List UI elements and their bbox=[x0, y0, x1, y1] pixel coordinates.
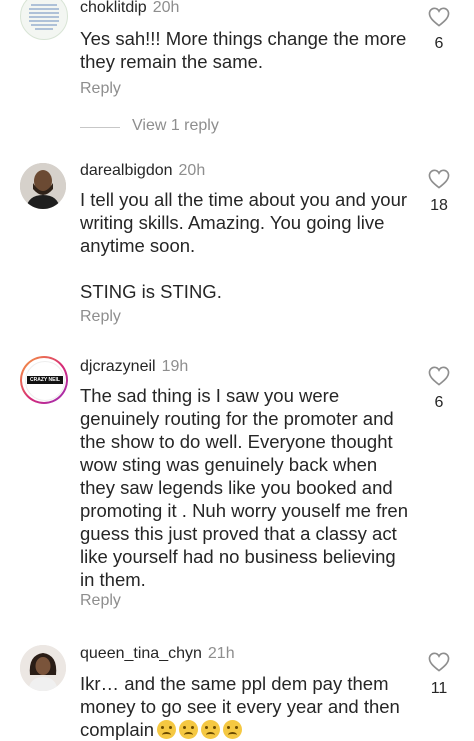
like-area: 11 bbox=[425, 652, 453, 698]
avatar-logo: CRAZY NEIL bbox=[25, 361, 65, 401]
username[interactable]: queen_tina_chyn bbox=[80, 645, 202, 662]
sad-face-emoji bbox=[179, 720, 199, 739]
like-count: 6 bbox=[434, 35, 444, 52]
comment-text: The sad thing is I saw you were genuinel… bbox=[80, 384, 410, 591]
comment-paragraph: Ikr… and the same ppl dem pay them money… bbox=[80, 672, 410, 741]
sad-face-emoji bbox=[157, 720, 177, 739]
reply-button[interactable]: Reply bbox=[80, 592, 121, 610]
comment-text: I tell you all the time about you and yo… bbox=[80, 188, 410, 303]
avatar[interactable]: CRAZY NEIL bbox=[20, 356, 68, 404]
timestamp: 21h bbox=[207, 645, 235, 662]
avatar[interactable] bbox=[20, 0, 68, 40]
avatar-text-image bbox=[29, 4, 59, 30]
timestamp: 20h bbox=[152, 0, 180, 16]
sad-face-emoji bbox=[223, 720, 243, 739]
comment-paragraph: I tell you all the time about you and yo… bbox=[80, 189, 408, 256]
timestamp: 20h bbox=[178, 162, 206, 179]
comment-header: djcrazyneil 19h bbox=[80, 358, 188, 376]
avatar-person-image bbox=[20, 163, 66, 209]
heart-outline-icon[interactable] bbox=[428, 169, 450, 189]
replies-divider bbox=[80, 127, 120, 128]
like-area: 6 bbox=[425, 366, 453, 412]
comment-paragraph: The sad thing is I saw you were genuinel… bbox=[80, 385, 408, 590]
avatar[interactable] bbox=[20, 645, 66, 691]
comment-paragraph: Yes sah!!! More things change the more t… bbox=[80, 28, 407, 72]
story-ring-inner: CRAZY NEIL bbox=[22, 358, 66, 402]
timestamp: 19h bbox=[161, 358, 189, 375]
heart-outline-icon[interactable] bbox=[428, 366, 450, 386]
username[interactable]: djcrazyneil bbox=[80, 358, 156, 375]
username[interactable]: darealbigdon bbox=[80, 162, 173, 179]
comment-header: darealbigdon 20h bbox=[80, 162, 205, 180]
heart-outline-icon[interactable] bbox=[428, 652, 450, 672]
heart-outline-icon[interactable] bbox=[428, 7, 450, 27]
avatar-logo-text: CRAZY NEIL bbox=[27, 376, 63, 384]
sad-face-emoji bbox=[201, 720, 221, 739]
reply-button[interactable]: Reply bbox=[80, 308, 121, 326]
like-count: 6 bbox=[434, 394, 444, 411]
reply-button[interactable]: Reply bbox=[80, 80, 121, 98]
comment-header: queen_tina_chyn 21h bbox=[80, 645, 235, 663]
comment-paragraph: STING is STING. bbox=[80, 281, 222, 302]
like-count: 11 bbox=[430, 680, 448, 697]
like-count: 18 bbox=[430, 197, 448, 214]
like-area: 18 bbox=[425, 169, 453, 215]
comment-text: Yes sah!!! More things change the more t… bbox=[80, 27, 410, 73]
like-area: 6 bbox=[425, 7, 453, 53]
comment-header: choklitdip 20h bbox=[80, 0, 179, 17]
view-replies-label: View 1 reply bbox=[132, 117, 219, 134]
comment-text: Ikr… and the same ppl dem pay them money… bbox=[80, 672, 410, 741]
avatar[interactable] bbox=[20, 163, 66, 209]
avatar-person-image bbox=[20, 645, 66, 691]
username[interactable]: choklitdip bbox=[80, 0, 147, 16]
